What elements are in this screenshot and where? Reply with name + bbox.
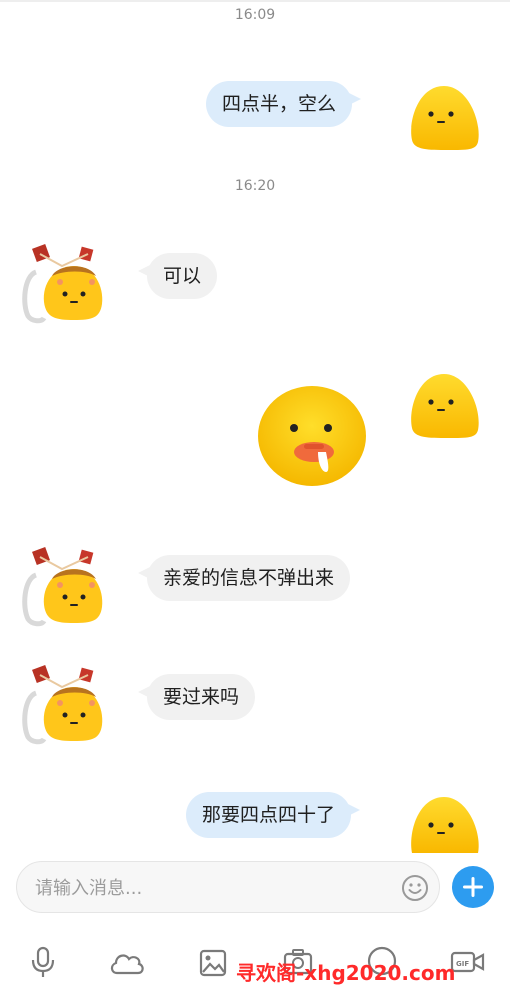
self-avatar[interactable] bbox=[408, 793, 482, 853]
message-bubble-outgoing[interactable]: 那要四点四十了 bbox=[186, 792, 361, 838]
emoji-icon[interactable] bbox=[401, 874, 429, 902]
timestamp: 16:20 bbox=[234, 178, 276, 194]
more-actions-button[interactable] bbox=[452, 866, 494, 908]
message-bubble-incoming[interactable]: 可以 bbox=[137, 253, 218, 299]
timestamp: 16:09 bbox=[234, 7, 276, 23]
svg-text:GIF: GIF bbox=[456, 960, 469, 968]
cloud-icon[interactable] bbox=[108, 949, 146, 977]
self-avatar[interactable] bbox=[408, 82, 482, 152]
plus-icon bbox=[463, 877, 483, 897]
message-input-container bbox=[16, 861, 440, 914]
contact-avatar[interactable] bbox=[22, 545, 106, 627]
message-bubble-outgoing[interactable]: 四点半，空么 bbox=[206, 81, 362, 127]
image-icon[interactable] bbox=[198, 948, 228, 978]
microphone-icon[interactable] bbox=[28, 945, 58, 979]
top-divider bbox=[0, 0, 510, 2]
self-avatar[interactable] bbox=[408, 370, 482, 440]
message-input[interactable] bbox=[33, 862, 397, 914]
drooling-face-sticker[interactable] bbox=[256, 384, 368, 490]
watermark: 寻欢阁-xhg2020.com bbox=[236, 961, 456, 985]
message-bubble-incoming[interactable]: 要过来吗 bbox=[137, 674, 256, 720]
contact-avatar[interactable] bbox=[22, 663, 106, 745]
message-bubble-incoming[interactable]: 亲爱的信息不弹出来 bbox=[137, 555, 351, 601]
contact-avatar[interactable] bbox=[22, 242, 106, 324]
